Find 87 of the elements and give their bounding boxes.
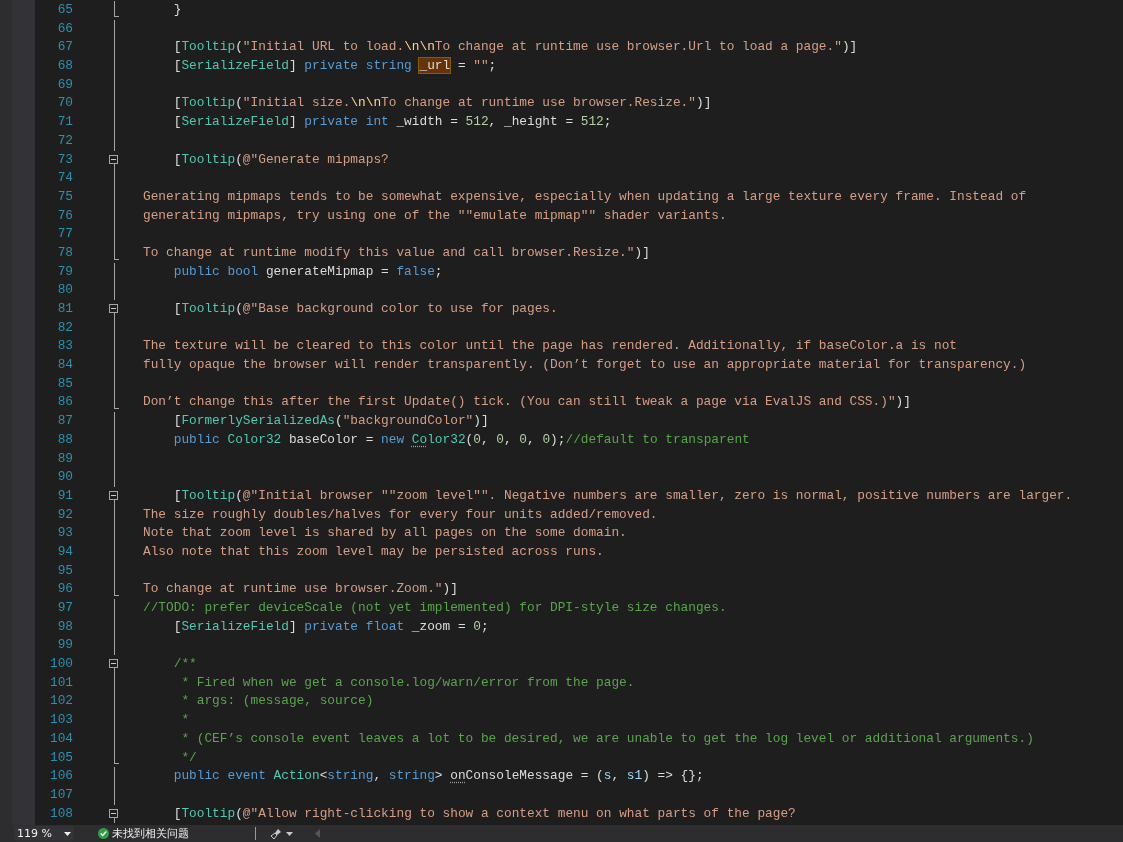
code-line: [Tooltip(@"Initial browser ""zoom level"". Negative numbers are smaller, zero is normal, positive numbers are larger. xyxy=(172,486,1073,505)
collapse-icon[interactable] xyxy=(109,659,118,669)
code-line: Note that zoom level is shared by all pages on the some domain. xyxy=(143,524,627,543)
code-line: To change at runtime use browser.Zoom.")] xyxy=(143,580,458,599)
line-number: 105 xyxy=(48,748,73,767)
line-number: 108 xyxy=(48,804,73,823)
code-line: public event Action<string, string> onConsoleMessage = (s, s1) => {}; xyxy=(172,767,704,786)
code-line: To change at runtime modify this value and call browser.Resize.")] xyxy=(143,243,650,262)
code-line: [SerializeField] private string _url = ""; xyxy=(172,57,497,76)
code-line: Generating mipmaps tends to be somewhat expensive, especially when updating a large texture every frame. Instead of xyxy=(143,187,1027,206)
code-line: //TODO: prefer deviceScale (not yet implemented) for DPI-style size changes. xyxy=(143,599,727,617)
line-number: 98 xyxy=(56,617,73,636)
line-number: 96 xyxy=(56,580,73,599)
line-number: 84 xyxy=(56,356,73,375)
line-number: 73 xyxy=(56,150,73,169)
line-number: 71 xyxy=(56,113,73,132)
line-number: 102 xyxy=(48,692,73,711)
line-number: 69 xyxy=(56,75,73,94)
line-number: 100 xyxy=(48,655,73,674)
line-number: 72 xyxy=(56,131,73,150)
code-line: [SerializeField] private int _width = 512, _height = 512; xyxy=(172,113,612,132)
line-number: 65 xyxy=(56,1,73,19)
line-number: 93 xyxy=(56,524,73,543)
code-cleanup-button[interactable] xyxy=(270,827,293,840)
line-number: 92 xyxy=(56,505,73,524)
code-line: * (CEF’s console event leaves a lot to be desired, we are unable to get the log level or additional arguments.) xyxy=(180,729,1034,748)
line-number: 94 xyxy=(56,542,73,561)
code-line: * args: (message, source) xyxy=(180,692,374,711)
zoom-dropdown[interactable]: 119 % xyxy=(14,826,74,841)
line-number: 88 xyxy=(56,430,73,449)
code-line: * Fired when we get a console.log/warn/error from the page. xyxy=(180,673,635,692)
line-number: 74 xyxy=(56,169,73,188)
line-number: 82 xyxy=(56,318,73,337)
collapse-icon[interactable] xyxy=(109,154,118,164)
line-number: 77 xyxy=(56,225,73,244)
code-line: } xyxy=(172,1,182,19)
code-line: generating mipmaps, try using one of the ""emulate mipmap"" shader variants. xyxy=(143,206,727,225)
collapse-icon[interactable] xyxy=(109,490,118,500)
line-number: 81 xyxy=(56,300,73,318)
line-number: 104 xyxy=(48,729,73,748)
code-line: /** xyxy=(172,655,197,674)
line-number: 107 xyxy=(48,785,73,804)
line-number: 106 xyxy=(48,767,73,786)
collapse-icon[interactable] xyxy=(109,808,118,818)
line-number: 101 xyxy=(48,673,73,692)
line-number: 99 xyxy=(56,636,73,655)
code-line: public bool generateMipmap = false; xyxy=(172,262,443,281)
line-number: 91 xyxy=(56,486,73,505)
code-line: The texture will be cleared to this color until the page has rendered. Additionally, if baseColor.a is not xyxy=(143,337,957,356)
line-number: 85 xyxy=(56,374,73,393)
line-number: 86 xyxy=(56,393,73,412)
caret-icon xyxy=(64,831,71,836)
line-number: 75 xyxy=(56,187,73,206)
code-line: [Tooltip("Initial size.\n\nTo change at runtime use browser.Resize.")] xyxy=(172,94,712,113)
caret-icon xyxy=(286,831,293,836)
code-line: fully opaque the browser will render transparently. (Don’t forget to use an appropriate material for transparency.) xyxy=(143,356,1027,375)
line-number: 103 xyxy=(48,711,73,730)
line-number: 95 xyxy=(56,561,73,580)
line-number: 87 xyxy=(56,412,73,431)
code-line: [Tooltip(@"Allow right-clicking to show a context menu on what parts of the page? xyxy=(172,804,796,823)
code-line: */ xyxy=(180,748,197,767)
code-line: [FormerlySerializedAs("backgroundColor")] xyxy=(172,412,489,431)
line-number: 79 xyxy=(56,262,73,281)
line-number: 89 xyxy=(56,449,73,468)
line-number: 67 xyxy=(56,38,73,57)
code-line: * xyxy=(180,711,190,730)
line-number: 70 xyxy=(56,94,73,113)
code-line: public Color32 baseColor = new Color32(0, 0, 0, 0);//default to transparent xyxy=(172,430,750,449)
line-number: 80 xyxy=(56,281,73,300)
code-line: [Tooltip(@"Generate mipmaps? xyxy=(172,150,389,169)
collapse-icon[interactable] xyxy=(109,304,118,313)
code-line: Also note that this zoom level may be persisted across runs. xyxy=(143,542,604,561)
line-number: 66 xyxy=(56,19,73,38)
code-line: Don’t change this after the first Update() tick. (You can still tweak a page via EvalJS and CSS.)")] xyxy=(143,393,911,412)
brush-icon xyxy=(270,827,283,840)
line-number: 78 xyxy=(56,243,73,262)
line-number: 83 xyxy=(56,337,73,356)
code-line: The size roughly doubles/halves for every four units added/removed. xyxy=(143,505,658,524)
code-line: [Tooltip(@"Base background color to use for pages. xyxy=(172,300,558,318)
line-number: 90 xyxy=(56,468,73,487)
line-number: 97 xyxy=(56,599,73,617)
issues-status[interactable]: 未找到相关问题 xyxy=(112,826,189,841)
code-line: [Tooltip("Initial URL to load.\n\nTo change at runtime use browser.Url to load a page.")] xyxy=(172,38,858,57)
line-number: 76 xyxy=(56,206,73,225)
line-number: 68 xyxy=(56,57,73,76)
code-line: [SerializeField] private float _zoom = 0; xyxy=(172,617,489,636)
check-circle-icon xyxy=(98,828,109,839)
